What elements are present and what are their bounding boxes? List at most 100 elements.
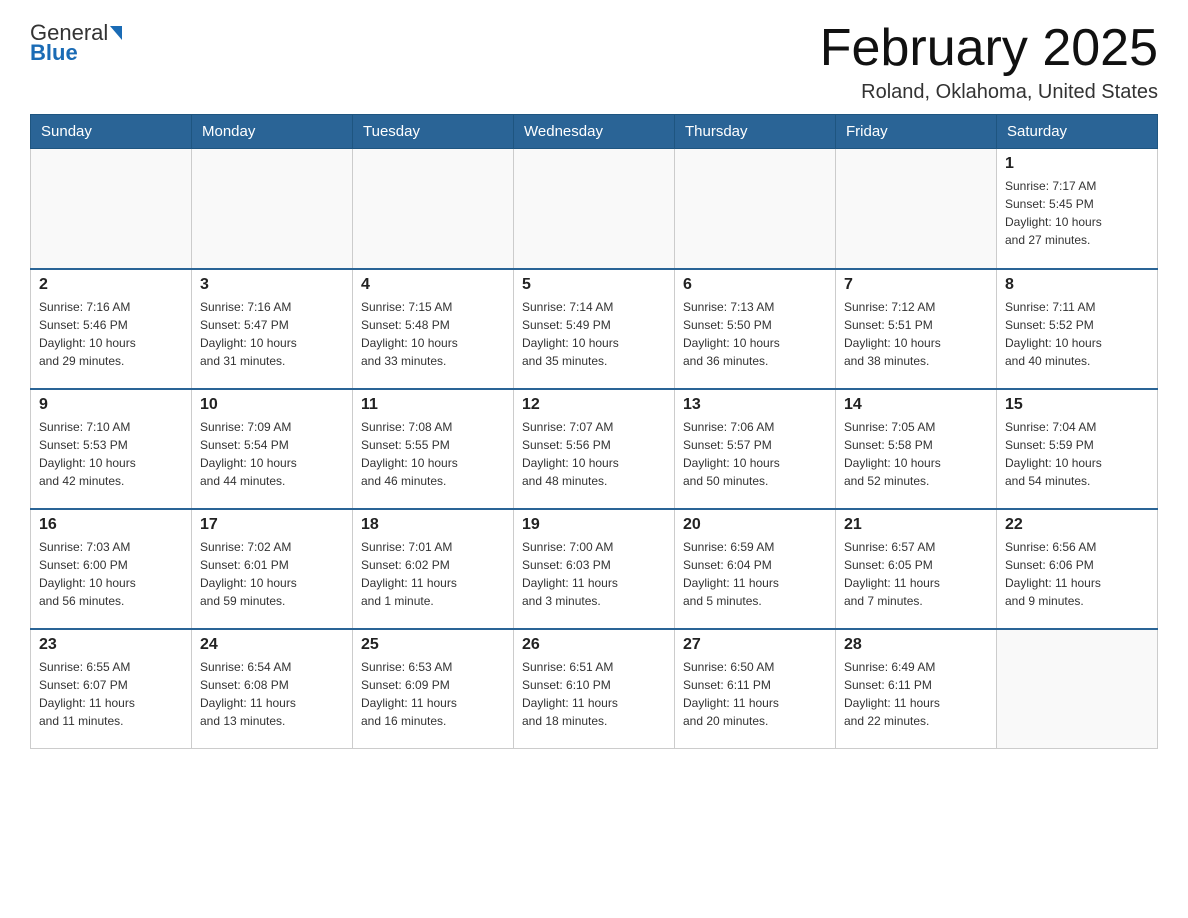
day-info: Sunrise: 7:15 AMSunset: 5:48 PMDaylight:…: [361, 298, 505, 370]
day-info: Sunrise: 6:51 AMSunset: 6:10 PMDaylight:…: [522, 658, 666, 730]
day-number: 26: [522, 636, 666, 654]
calendar-day-cell: 4 Sunrise: 7:15 AMSunset: 5:48 PMDaylight…: [353, 269, 514, 389]
column-header-tuesday: Tuesday: [353, 115, 514, 149]
calendar-day-cell: 25Sunrise: 6:53 AMSunset: 6:09 PMDayligh…: [353, 629, 514, 749]
day-info: Sunrise: 7:13 AMSunset: 5:50 PMDaylight:…: [683, 298, 827, 370]
column-header-monday: Monday: [192, 115, 353, 149]
day-number: 22: [1005, 516, 1149, 534]
calendar-day-cell: 24Sunrise: 6:54 AMSunset: 6:08 PMDayligh…: [192, 629, 353, 749]
calendar-day-cell: [997, 629, 1158, 749]
calendar-day-cell: [353, 149, 514, 269]
day-info: Sunrise: 6:53 AMSunset: 6:09 PMDaylight:…: [361, 658, 505, 730]
day-number: 16: [39, 516, 183, 534]
logo-arrow-icon: [110, 26, 122, 40]
day-info: Sunrise: 6:50 AMSunset: 6:11 PMDaylight:…: [683, 658, 827, 730]
month-title: February 2025: [820, 20, 1158, 77]
day-info: Sunrise: 7:01 AMSunset: 6:02 PMDaylight:…: [361, 538, 505, 610]
day-info: Sunrise: 7:08 AMSunset: 5:55 PMDaylight:…: [361, 418, 505, 490]
calendar-week-row: 16 Sunrise: 7:03 AMSunset: 6:00 PMDayligh…: [31, 509, 1158, 629]
day-number: 21: [844, 516, 988, 534]
day-number: 28: [844, 636, 988, 654]
calendar-day-cell: 27 Sunrise: 6:50 AMSunset: 6:11 PMDayligh…: [675, 629, 836, 749]
calendar-day-cell: 23 Sunrise: 6:55 AMSunset: 6:07 PMDayligh…: [31, 629, 192, 749]
day-number: 12: [522, 396, 666, 414]
calendar-day-cell: 18 Sunrise: 7:01 AMSunset: 6:02 PMDayligh…: [353, 509, 514, 629]
calendar-day-cell: 26 Sunrise: 6:51 AMSunset: 6:10 PMDayligh…: [514, 629, 675, 749]
day-number: 1: [1005, 155, 1149, 173]
day-info: Sunrise: 7:06 AMSunset: 5:57 PMDaylight:…: [683, 418, 827, 490]
day-number: 9: [39, 396, 183, 414]
calendar-day-cell: 3 Sunrise: 7:16 AMSunset: 5:47 PMDaylight…: [192, 269, 353, 389]
day-info: Sunrise: 6:56 AMSunset: 6:06 PMDaylight:…: [1005, 538, 1149, 610]
calendar-day-cell: 14 Sunrise: 7:05 AMSunset: 5:58 PMDayligh…: [836, 389, 997, 509]
day-info: Sunrise: 7:16 AMSunset: 5:46 PMDaylight:…: [39, 298, 183, 370]
day-info: Sunrise: 7:07 AMSunset: 5:56 PMDaylight:…: [522, 418, 666, 490]
calendar-day-cell: 8 Sunrise: 7:11 AMSunset: 5:52 PMDaylight…: [997, 269, 1158, 389]
day-number: 20: [683, 516, 827, 534]
day-info: Sunrise: 7:11 AMSunset: 5:52 PMDaylight:…: [1005, 298, 1149, 370]
calendar-week-row: 2 Sunrise: 7:16 AMSunset: 5:46 PMDaylight…: [31, 269, 1158, 389]
calendar-day-cell: 17 Sunrise: 7:02 AMSunset: 6:01 PMDayligh…: [192, 509, 353, 629]
day-number: 4: [361, 276, 505, 294]
day-info: Sunrise: 7:16 AMSunset: 5:47 PMDaylight:…: [200, 298, 344, 370]
calendar-day-cell: 28 Sunrise: 6:49 AMSunset: 6:11 PMDayligh…: [836, 629, 997, 749]
calendar-day-cell: 22 Sunrise: 6:56 AMSunset: 6:06 PMDayligh…: [997, 509, 1158, 629]
calendar-day-cell: 9Sunrise: 7:10 AMSunset: 5:53 PMDaylight…: [31, 389, 192, 509]
column-header-friday: Friday: [836, 115, 997, 149]
day-info: Sunrise: 6:49 AMSunset: 6:11 PMDaylight:…: [844, 658, 988, 730]
day-info: Sunrise: 7:14 AMSunset: 5:49 PMDaylight:…: [522, 298, 666, 370]
day-number: 17: [200, 516, 344, 534]
day-info: Sunrise: 6:59 AMSunset: 6:04 PMDaylight:…: [683, 538, 827, 610]
calendar-week-row: 1 Sunrise: 7:17 AMSunset: 5:45 PMDaylight…: [31, 149, 1158, 269]
calendar-day-cell: [514, 149, 675, 269]
day-number: 15: [1005, 396, 1149, 414]
day-number: 23: [39, 636, 183, 654]
calendar-day-cell: [675, 149, 836, 269]
day-info: Sunrise: 7:02 AMSunset: 6:01 PMDaylight:…: [200, 538, 344, 610]
calendar-day-cell: [836, 149, 997, 269]
day-info: Sunrise: 7:03 AMSunset: 6:00 PMDaylight:…: [39, 538, 183, 610]
calendar-day-cell: 5 Sunrise: 7:14 AMSunset: 5:49 PMDaylight…: [514, 269, 675, 389]
calendar-header-row: SundayMondayTuesdayWednesdayThursdayFrid…: [31, 115, 1158, 149]
column-header-sunday: Sunday: [31, 115, 192, 149]
column-header-thursday: Thursday: [675, 115, 836, 149]
day-info: Sunrise: 7:05 AMSunset: 5:58 PMDaylight:…: [844, 418, 988, 490]
calendar-day-cell: 1 Sunrise: 7:17 AMSunset: 5:45 PMDaylight…: [997, 149, 1158, 269]
day-number: 11: [361, 396, 505, 414]
calendar-day-cell: 7Sunrise: 7:12 AMSunset: 5:51 PMDaylight…: [836, 269, 997, 389]
calendar-day-cell: 6Sunrise: 7:13 AMSunset: 5:50 PMDaylight…: [675, 269, 836, 389]
day-number: 19: [522, 516, 666, 534]
location-title: Roland, Oklahoma, United States: [820, 81, 1158, 104]
day-number: 5: [522, 276, 666, 294]
day-info: Sunrise: 7:17 AMSunset: 5:45 PMDaylight:…: [1005, 177, 1149, 249]
day-number: 8: [1005, 276, 1149, 294]
calendar-day-cell: 15 Sunrise: 7:04 AMSunset: 5:59 PMDayligh…: [997, 389, 1158, 509]
day-number: 18: [361, 516, 505, 534]
day-info: Sunrise: 7:04 AMSunset: 5:59 PMDaylight:…: [1005, 418, 1149, 490]
calendar-day-cell: [31, 149, 192, 269]
day-info: Sunrise: 6:55 AMSunset: 6:07 PMDaylight:…: [39, 658, 183, 730]
calendar-week-row: 9Sunrise: 7:10 AMSunset: 5:53 PMDaylight…: [31, 389, 1158, 509]
calendar-table: SundayMondayTuesdayWednesdayThursdayFrid…: [30, 114, 1158, 749]
calendar-day-cell: 13Sunrise: 7:06 AMSunset: 5:57 PMDayligh…: [675, 389, 836, 509]
day-info: Sunrise: 6:57 AMSunset: 6:05 PMDaylight:…: [844, 538, 988, 610]
day-number: 3: [200, 276, 344, 294]
calendar-day-cell: 16 Sunrise: 7:03 AMSunset: 6:00 PMDayligh…: [31, 509, 192, 629]
day-info: Sunrise: 7:00 AMSunset: 6:03 PMDaylight:…: [522, 538, 666, 610]
calendar-day-cell: 10Sunrise: 7:09 AMSunset: 5:54 PMDayligh…: [192, 389, 353, 509]
calendar-day-cell: 19 Sunrise: 7:00 AMSunset: 6:03 PMDayligh…: [514, 509, 675, 629]
calendar-day-cell: 2 Sunrise: 7:16 AMSunset: 5:46 PMDaylight…: [31, 269, 192, 389]
day-info: Sunrise: 7:12 AMSunset: 5:51 PMDaylight:…: [844, 298, 988, 370]
day-number: 24: [200, 636, 344, 654]
day-number: 14: [844, 396, 988, 414]
logo-blue-text: Blue: [30, 40, 78, 65]
column-header-saturday: Saturday: [997, 115, 1158, 149]
calendar-week-row: 23 Sunrise: 6:55 AMSunset: 6:07 PMDayligh…: [31, 629, 1158, 749]
day-number: 2: [39, 276, 183, 294]
calendar-day-cell: [192, 149, 353, 269]
column-header-wednesday: Wednesday: [514, 115, 675, 149]
calendar-day-cell: 20 Sunrise: 6:59 AMSunset: 6:04 PMDayligh…: [675, 509, 836, 629]
logo: General Blue: [30, 20, 124, 66]
day-number: 27: [683, 636, 827, 654]
calendar-day-cell: 11 Sunrise: 7:08 AMSunset: 5:55 PMDayligh…: [353, 389, 514, 509]
